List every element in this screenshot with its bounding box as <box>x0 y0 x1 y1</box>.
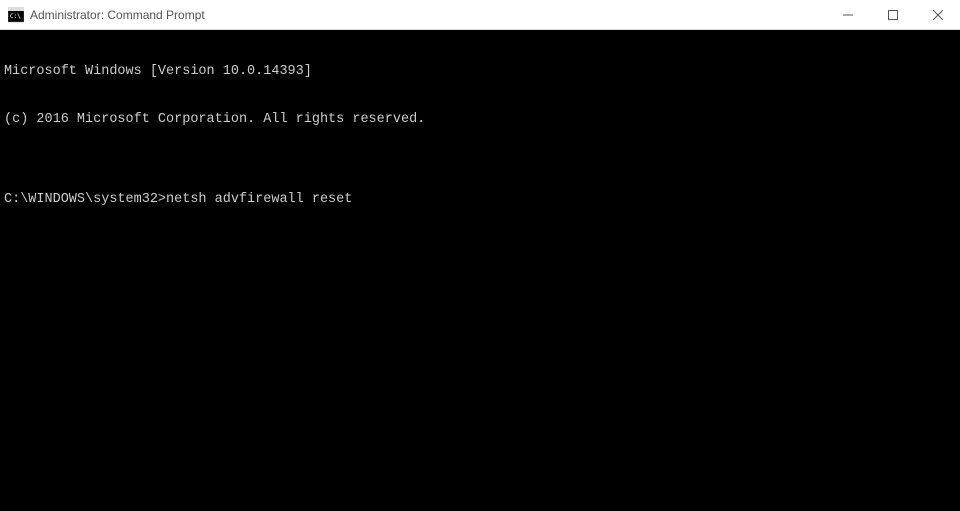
close-button[interactable] <box>915 0 960 29</box>
cmd-icon: C:\ <box>8 7 24 23</box>
terminal-output[interactable]: Microsoft Windows [Version 10.0.14393] (… <box>0 30 960 511</box>
prompt-line: C:\WINDOWS\system32>netsh advfirewall re… <box>4 192 956 208</box>
minimize-button[interactable] <box>825 0 870 29</box>
window-title: Administrator: Command Prompt <box>30 8 825 22</box>
svg-text:C:\: C:\ <box>10 13 21 20</box>
terminal-line: Microsoft Windows [Version 10.0.14393] <box>4 64 956 80</box>
titlebar[interactable]: C:\ Administrator: Command Prompt <box>0 0 960 30</box>
command-input[interactable]: netsh advfirewall reset <box>166 192 352 208</box>
prompt: C:\WINDOWS\system32> <box>4 192 166 208</box>
cmd-window: C:\ Administrator: Command Prompt Micros… <box>0 0 960 511</box>
maximize-button[interactable] <box>870 0 915 29</box>
terminal-line: (c) 2016 Microsoft Corporation. All righ… <box>4 112 956 128</box>
window-controls <box>825 0 960 29</box>
